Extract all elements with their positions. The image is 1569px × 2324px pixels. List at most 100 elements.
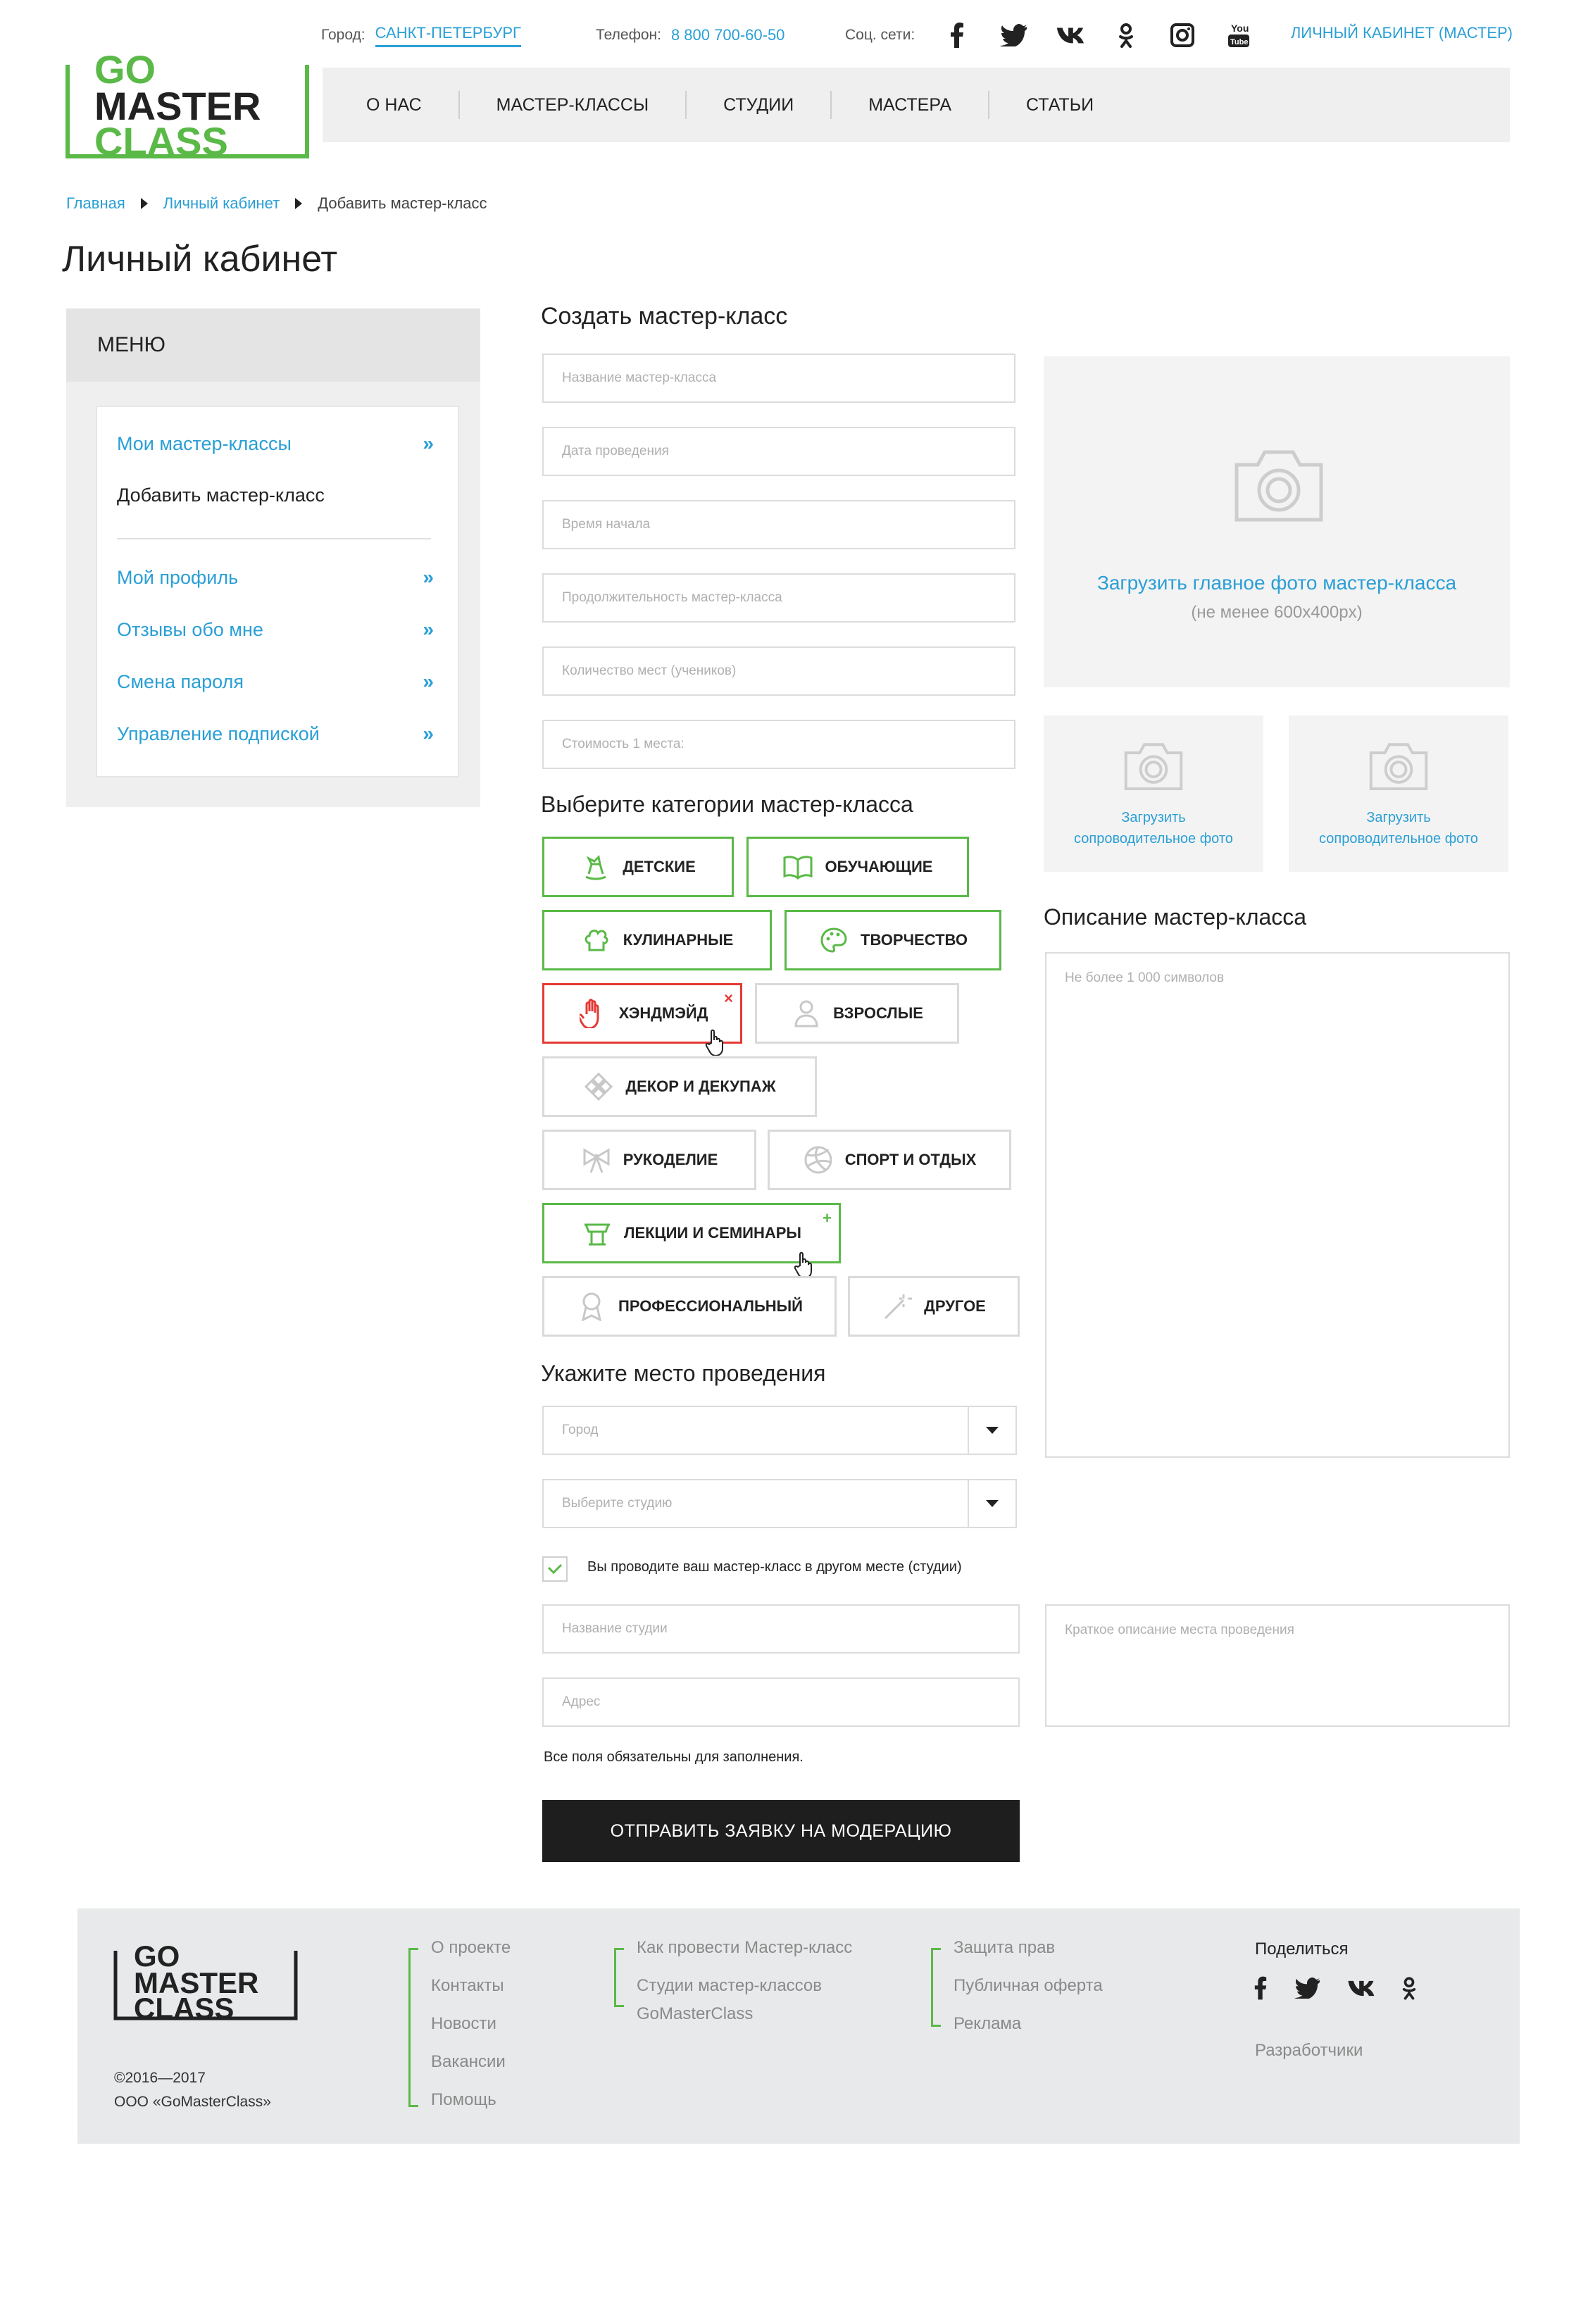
nav-articles[interactable]: СТАТЬИ [989,91,1130,119]
footer-link-vacancies[interactable]: Вакансии [431,2052,511,2090]
sidebar-item-add-class[interactable]: Добавить мастер-класс [117,485,431,506]
copyright: ©2016—2017 ООО «GoMasterClass» [114,2066,271,2114]
odnoklassniki-icon[interactable] [1112,21,1140,49]
remove-category-icon[interactable]: × [724,989,733,1008]
sidebar-item-reviews[interactable]: Отзывы обо мне » [117,618,434,641]
category-label: СПОРТ И ОТДЫХ [844,1151,977,1168]
category-professional[interactable]: ПРОФЕССИОНАЛЬНЫЙ [542,1276,837,1337]
category-kids[interactable]: ДЕТСКИЕ [542,837,734,897]
category-sport[interactable]: СПОРТ И ОТДЫХ [768,1130,1011,1190]
sidebar-item-label: Смена пароля [117,670,244,692]
checkmark-icon [547,1563,563,1575]
place-title: Укажите место проведения [541,1361,826,1386]
developers-link[interactable]: Разработчики [1255,2041,1363,2061]
extra-photo-label-line2: сопроводительное фото [1319,831,1478,846]
city-select[interactable]: Город [542,1406,1017,1455]
social-label: Соц. сети: [845,27,915,43]
vk-icon[interactable] [1346,1980,1375,2000]
studio-select-value: Выберите студию [562,1496,673,1511]
address-field[interactable]: Адрес [542,1678,1020,1727]
category-label: ДРУГОЕ [924,1297,986,1315]
description-textarea[interactable]: Не более 1 000 символов [1045,952,1510,1458]
footer-link-ads[interactable]: Реклама [954,2014,1103,2052]
footer-link-help[interactable]: Помощь [431,2090,511,2128]
nav-master-classes[interactable]: МАСТЕР-КЛАССЫ [460,91,687,119]
footer-link-studios[interactable]: Студии мастер-классов [637,1976,852,2004]
footer-link-news[interactable]: Новости [431,2014,511,2052]
cabinet-link[interactable]: ЛИЧНЫЙ КАБИНЕТ (МАСТЕР) [1291,24,1513,42]
nav-studios[interactable]: СТУДИИ [687,91,832,119]
site-logo[interactable]: GO MASTER CLASS [63,47,311,163]
facebook-icon[interactable] [943,21,971,49]
add-category-icon[interactable]: + [823,1209,832,1227]
required-note: Все поля обязательны для заполнения. [544,1749,804,1765]
sidebar-item-profile[interactable]: Мой профиль » [117,566,434,589]
category-handmade[interactable]: ХЭНДМЭЙД × [542,983,742,1057]
footer-logo[interactable]: GO MASTER CLASS [113,1939,299,2025]
category-label: КУЛИНАРНЫЕ [623,931,734,949]
sidebar-item-password[interactable]: Смена пароля » [117,670,434,693]
extra-photo-upload-1[interactable]: Загрузить сопроводительное фото [1044,716,1263,872]
category-lectures[interactable]: ЛЕКЦИИ И СЕМИНАРЫ + [542,1203,841,1280]
studio-name-field[interactable]: Название студии [542,1604,1020,1654]
breadcrumb-separator-icon [140,198,148,209]
city-dropdown[interactable]: САНКТ-ПЕТЕРБУРГ [375,24,521,47]
studio-select[interactable]: Выберите студию [542,1479,1017,1528]
category-label: ЛЕКЦИИ И СЕМИНАРЫ [624,1224,801,1242]
footer-link-about[interactable]: О проекте [431,1938,511,1976]
category-label: ТВОРЧЕСТВО [861,931,968,949]
category-other[interactable]: ДРУГОЕ [848,1276,1020,1337]
category-label: ОБУЧАЮЩИЕ [825,858,933,875]
odnoklassniki-icon[interactable] [1401,1976,1417,2004]
hand-pointer-cursor-icon [705,1027,726,1060]
footer-link-how-to[interactable]: Как провести Мастер-класс [637,1938,852,1976]
submit-moderation-button[interactable]: ОТПРАВИТЬ ЗАЯВКУ НА МОДЕРАЦИЮ [542,1800,1020,1862]
main-photo-upload[interactable]: Загрузить главное фото мастер-класса (не… [1044,356,1510,687]
category-label: ВЗРОСЛЫЕ [833,1004,923,1022]
sidebar-item-subscription[interactable]: Управление подпиской » [117,723,434,745]
facebook-icon[interactable] [1254,1976,1268,2004]
dropdown-arrow-icon[interactable] [968,1407,1015,1454]
footer-link-offer[interactable]: Публичная оферта [954,1976,1103,2014]
category-culinary[interactable]: КУЛИНАРНЫЕ [542,910,772,970]
date-field[interactable]: Дата проведения [542,427,1015,476]
start-time-field[interactable]: Время начала [542,500,1015,549]
extra-photo-upload-2[interactable]: Загрузить сопроводительное фото [1289,716,1508,872]
youtube-icon[interactable]: You Tube [1225,21,1253,49]
camera-icon [1232,446,1325,527]
place-description-textarea[interactable]: Краткое описание места проведения [1045,1604,1510,1727]
category-adults[interactable]: ВЗРОСЛЫЕ [755,983,959,1044]
phone-link[interactable]: 8 800 700-60-50 [671,26,784,44]
category-educational[interactable]: ОБУЧАЮЩИЕ [746,837,969,897]
category-decor[interactable]: ДЕКОР И ДЕКУПАЖ [542,1056,817,1117]
vk-icon[interactable] [1056,21,1084,49]
dropdown-arrow-icon[interactable] [968,1480,1015,1527]
instagram-icon[interactable] [1168,21,1196,49]
category-needlework[interactable]: РУКОДЕЛИЕ [542,1130,756,1190]
seats-field[interactable]: Количество мест (учеников) [542,646,1015,696]
footer-link-rights[interactable]: Защита прав [954,1938,1103,1976]
footer-link-contacts[interactable]: Контакты [431,1976,511,2014]
twitter-icon[interactable] [999,21,1027,49]
nav-about[interactable]: О НАС [351,91,460,119]
main-photo-size-hint: (не менее 600х400px) [1191,603,1363,622]
double-chevron-right-icon: » [423,618,433,640]
page-title: Личный кабинет [62,239,338,280]
svg-text:Tube: Tube [1230,38,1248,46]
sidebar-title: МЕНЮ [66,308,480,382]
footer-link-studios-brand[interactable]: GoMasterClass [637,2004,852,2042]
price-field[interactable]: Стоимость 1 места: [542,720,1015,769]
class-name-field[interactable]: Название мастер-класса [542,354,1015,403]
sidebar-item-label: Управление подпиской [117,723,320,744]
phone-label: Телефон: [596,27,661,43]
twitter-icon[interactable] [1294,1978,1320,2002]
nav-masters[interactable]: МАСТЕРА [832,91,990,119]
duration-field[interactable]: Продолжительность мастер-класса [542,573,1015,623]
sidebar-item-my-classes[interactable]: Мои мастер-классы » [117,432,434,455]
description-title: Описание мастер-класса [1044,904,1307,930]
breadcrumb-cabinet[interactable]: Личный кабинет [163,194,280,213]
main-nav: О НАС МАСТЕР-КЛАССЫ СТУДИИ МАСТЕРА СТАТЬ… [323,68,1510,142]
category-creativity[interactable]: ТВОРЧЕСТВО [784,910,1001,970]
other-place-checkbox[interactable] [542,1556,568,1582]
breadcrumb-home[interactable]: Главная [66,194,125,213]
